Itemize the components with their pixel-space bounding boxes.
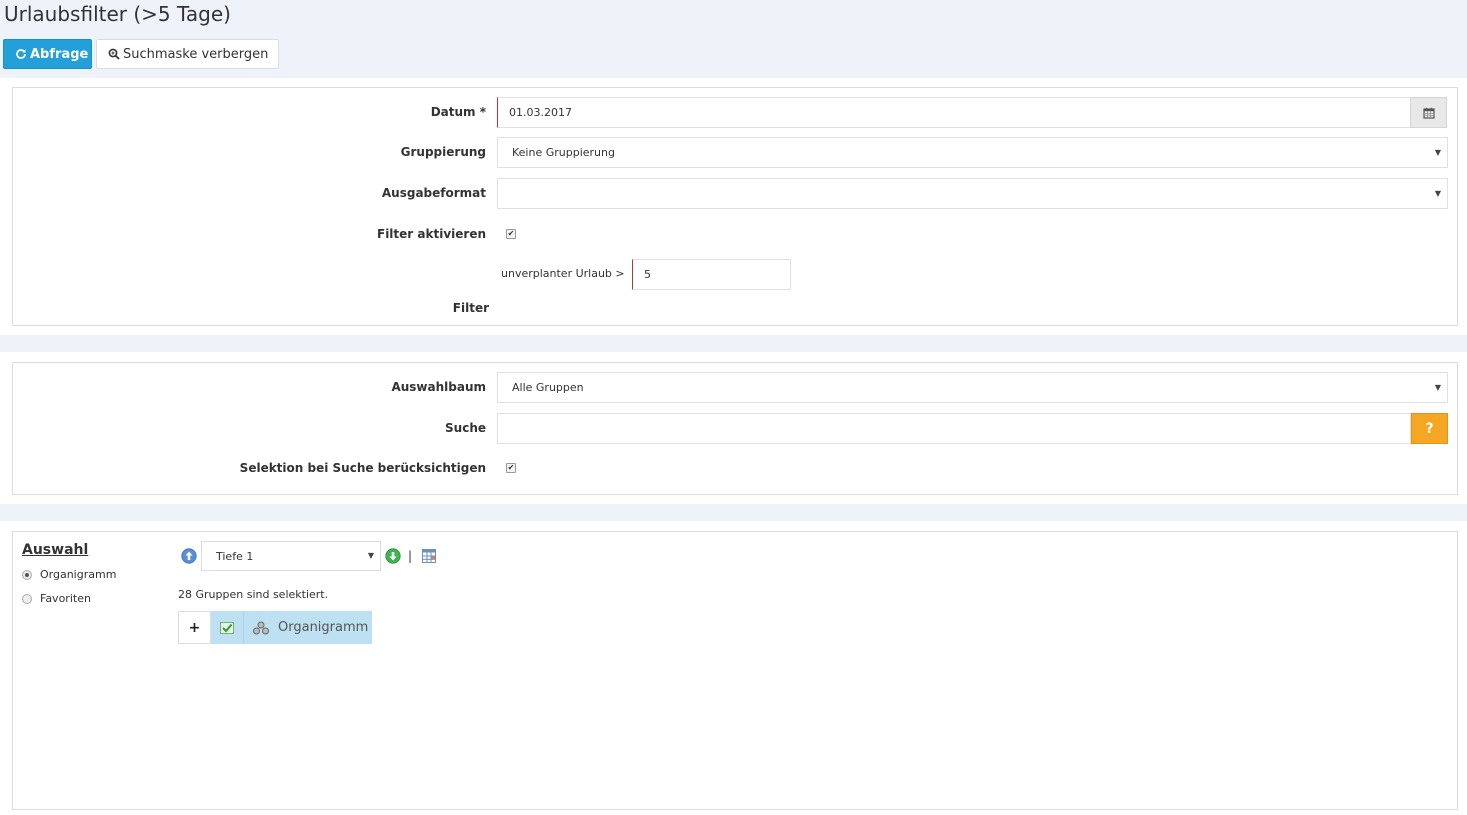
help-button[interactable]: ?: [1411, 413, 1448, 444]
filter-label: Filter: [452, 301, 489, 315]
calendar-icon: [1422, 107, 1435, 119]
toolbar-separator: |: [408, 549, 413, 563]
tree-expand-button[interactable]: +: [178, 611, 211, 644]
suche-label: Suche: [445, 421, 486, 435]
chevron-down-icon: ▼: [1434, 148, 1441, 157]
selection-count-text: 28 Gruppen sind selektiert.: [178, 588, 329, 601]
depth-select[interactable]: Tiefe 1 ▼: [201, 541, 381, 571]
chevron-down-icon: ▼: [367, 551, 374, 560]
auswahl-title: Auswahl: [22, 542, 89, 558]
selektion-label: Selektion bei Suche berücksichtigen: [239, 461, 486, 475]
expand-icon: +: [188, 619, 201, 636]
tree-node-checkbox[interactable]: [211, 611, 244, 644]
green-check-icon: [220, 621, 234, 634]
unverplant-value: 5: [644, 268, 651, 281]
auswahlbaum-label: Auswahlbaum: [391, 380, 486, 394]
toggle-search-label: Suchmaske verbergen: [123, 46, 269, 62]
selection-panel: [12, 531, 1458, 810]
arrow-up-circle-icon[interactable]: [181, 548, 197, 564]
tree-node-label: Organigramm: [278, 620, 369, 635]
arrow-down-circle-icon[interactable]: [385, 548, 401, 564]
calendar-button[interactable]: [1410, 97, 1447, 128]
radio-favoriten-label[interactable]: Favoriten: [40, 592, 91, 605]
ausgabeformat-label: Ausgabeformat: [381, 186, 486, 200]
tree-node-organigramm[interactable]: Organigramm: [244, 611, 372, 644]
auswahlbaum-select[interactable]: Alle Gruppen ▼: [497, 372, 1448, 403]
refresh-icon: [16, 49, 26, 59]
radio-organigramm-label[interactable]: Organigramm: [40, 568, 116, 581]
selektion-checkbox[interactable]: ✔: [506, 463, 516, 473]
filter-aktivieren-label: Filter aktivieren: [377, 227, 486, 241]
depth-value: Tiefe 1: [216, 549, 254, 563]
gruppierung-value: Keine Gruppierung: [512, 146, 615, 159]
toggle-search-button[interactable]: Suchmaske verbergen: [96, 39, 279, 69]
suche-input[interactable]: [497, 413, 1411, 444]
radio-favoriten[interactable]: [22, 594, 32, 604]
unverplant-input[interactable]: 5: [632, 259, 791, 290]
gruppierung-select[interactable]: Keine Gruppierung ▼: [497, 137, 1448, 168]
auswahlbaum-value: Alle Gruppen: [512, 381, 584, 394]
organigram-icon: [253, 621, 269, 634]
gruppierung-label: Gruppierung: [400, 145, 486, 159]
ausgabeformat-select[interactable]: ▼: [497, 178, 1448, 209]
search-icon: [108, 48, 120, 60]
grid-icon[interactable]: [422, 549, 436, 563]
radio-organigramm[interactable]: [22, 570, 32, 580]
page-title: Urlaubsfilter (>5 Tage): [4, 2, 231, 26]
query-button-label: Abfrage: [30, 46, 89, 62]
datum-value: 01.03.2017: [509, 106, 572, 119]
datum-label: Datum *: [430, 105, 486, 119]
chevron-down-icon: ▼: [1434, 189, 1441, 198]
help-icon: ?: [1425, 420, 1434, 437]
tree-root-row: + Organigramm: [178, 611, 372, 644]
filter-aktivieren-checkbox[interactable]: ✔: [506, 229, 516, 239]
chevron-down-icon: ▼: [1434, 383, 1441, 392]
unverplant-label: unverplanter Urlaub >: [501, 267, 625, 280]
query-button[interactable]: Abfrage: [3, 39, 92, 69]
datum-input[interactable]: 01.03.2017: [497, 97, 1411, 128]
